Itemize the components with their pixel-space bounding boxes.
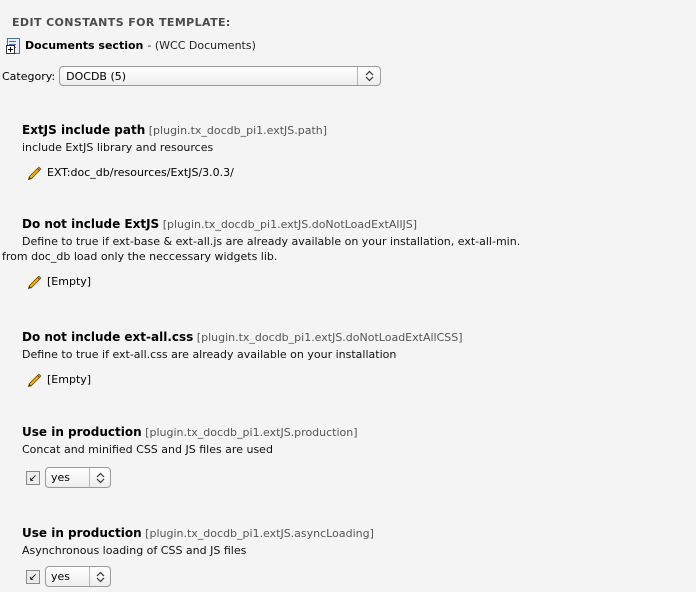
constant-value[interactable]: [Empty] — [47, 373, 91, 386]
category-label: Category: — [2, 69, 56, 83]
section-header: Documents section - (WCC Documents) — [6, 38, 256, 54]
constant-value-row: ↙ yes — [22, 566, 374, 587]
select-value: yes — [51, 570, 71, 583]
constant-key: [plugin.tx_docdb_pi1.extJS.production] — [145, 426, 358, 439]
constant-item: Do not include ext-all.css [plugin.tx_do… — [22, 330, 463, 387]
pencil-icon[interactable] — [26, 371, 42, 387]
constant-value[interactable]: EXT:doc_db/resources/ExtJS/3.0.3/ — [47, 166, 234, 179]
pencil-icon[interactable] — [26, 273, 42, 289]
constant-value-row[interactable]: [Empty] — [22, 273, 490, 289]
production-select[interactable]: yes — [45, 467, 111, 488]
constant-description: Define to true if ext-all.css are alread… — [22, 348, 397, 361]
section-suffix: - (WCC Documents) — [147, 39, 256, 52]
constant-value-row[interactable]: [Empty] — [22, 371, 463, 387]
constant-key: [plugin.tx_docdb_pi1.extJS.doNotLoadExtA… — [162, 218, 418, 231]
up-down-arrows-icon — [89, 468, 110, 487]
constant-title: Use in production — [22, 526, 142, 540]
constant-value-row: ↙ yes — [22, 467, 358, 488]
constant-description: Asynchronous loading of CSS and JS files — [22, 544, 247, 557]
category-select[interactable]: DOCDB (5) — [59, 66, 382, 86]
constant-value[interactable]: [Empty] — [47, 275, 91, 288]
pencil-icon[interactable] — [26, 164, 42, 180]
constant-title: Do not include ExtJS — [22, 217, 160, 231]
constant-key: [plugin.tx_docdb_pi1.extJS.asyncLoading] — [145, 527, 374, 540]
constant-title: Do not include ext-all.css — [22, 330, 194, 344]
constant-item: Do not include ExtJS [plugin.tx_docdb_pi… — [2, 217, 520, 289]
constant-item: Use in production [plugin.tx_docdb_pi1.e… — [22, 425, 358, 488]
description-line: Define to true if ext-base & ext-all.js … — [22, 235, 521, 248]
constant-description: include ExtJS library and resources — [22, 141, 214, 154]
constant-item: ExtJS include path [plugin.tx_docdb_pi1.… — [22, 123, 327, 180]
page-title: EDIT CONSTANTS FOR TEMPLATE: — [12, 16, 231, 29]
constant-description: Define to true if ext-base & ext-all.js … — [2, 234, 520, 264]
constant-item: Use in production [plugin.tx_docdb_pi1.e… — [22, 526, 374, 587]
constant-title: ExtJS include path — [22, 123, 146, 137]
constant-key: [plugin.tx_docdb_pi1.extJS.path] — [148, 124, 328, 137]
category-select-value: DOCDB (5) — [66, 69, 127, 83]
async-loading-select[interactable]: yes — [45, 566, 111, 587]
constant-key: [plugin.tx_docdb_pi1.extJS.doNotLoadExtA… — [196, 331, 463, 344]
select-value: yes — [51, 471, 71, 484]
constant-value-row[interactable]: EXT:doc_db/resources/ExtJS/3.0.3/ — [22, 164, 327, 180]
constant-description: Concat and minified CSS and JS files are… — [22, 443, 273, 456]
revert-arrow-icon[interactable]: ↙ — [26, 470, 40, 485]
section-title: Documents section — [25, 39, 144, 52]
constant-title: Use in production — [22, 425, 142, 439]
up-down-arrows-icon — [89, 567, 110, 586]
revert-arrow-icon[interactable]: ↙ — [26, 569, 40, 584]
constant-editor-panel: EDIT CONSTANTS FOR TEMPLATE: Documents s… — [0, 0, 696, 592]
up-down-arrows-icon — [357, 67, 380, 85]
category-row: Category: DOCDB (5) — [2, 66, 382, 86]
description-line: from doc_db load only the neccessary wid… — [2, 250, 278, 263]
document-page-icon — [6, 38, 21, 54]
